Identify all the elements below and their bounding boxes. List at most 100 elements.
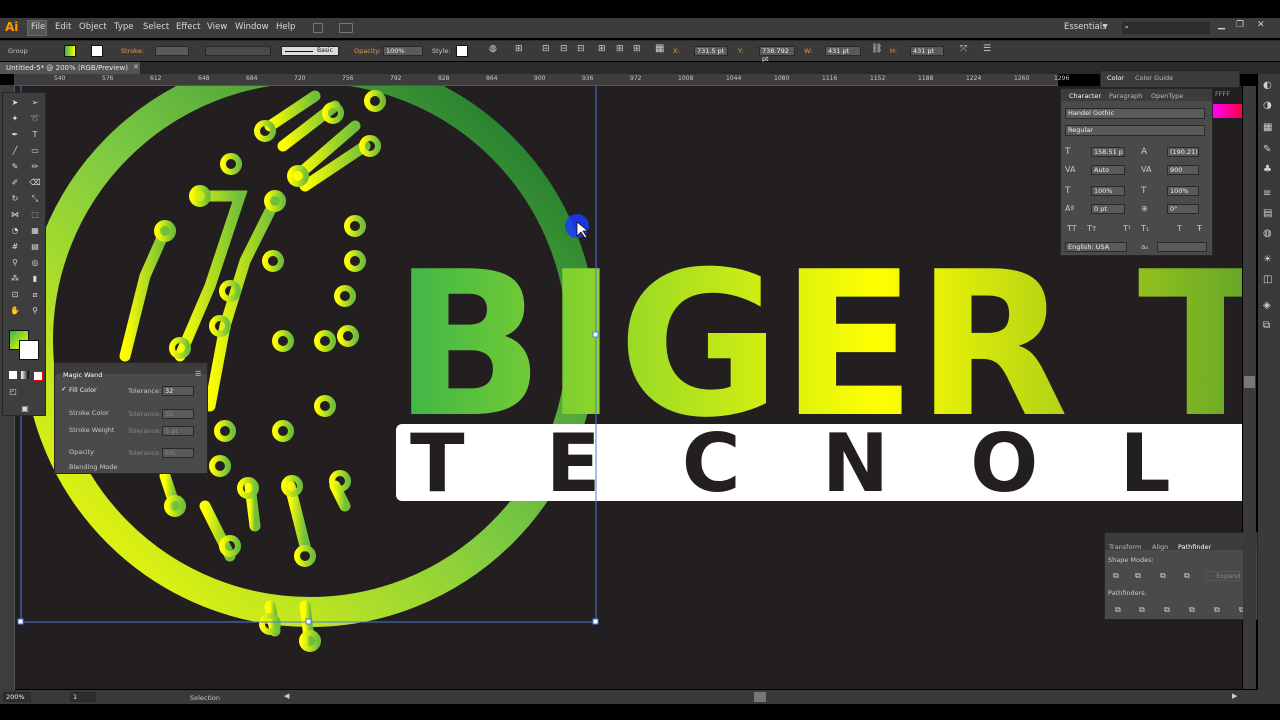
- small-caps-icon[interactable]: Tт: [1087, 224, 1097, 233]
- zoom-field[interactable]: 200%: [3, 692, 31, 702]
- tab-pathfinder[interactable]: Pathfinder: [1178, 543, 1211, 551]
- none-mode-icon[interactable]: [33, 371, 43, 381]
- outline-icon[interactable]: ⧉: [1214, 605, 1220, 615]
- constrain-link-icon[interactable]: ⛓: [871, 44, 882, 54]
- selection-handle[interactable]: [305, 618, 312, 625]
- workspace-switcher[interactable]: Essentials: [1064, 22, 1107, 32]
- stroke-panel-icon[interactable]: ≡: [1263, 188, 1271, 199]
- font-style-dropdown[interactable]: Regular: [1065, 125, 1205, 136]
- stroke-weight-field[interactable]: [155, 46, 189, 56]
- subscript-icon[interactable]: T₁: [1141, 224, 1149, 233]
- vertical-scale-field[interactable]: 100%: [1091, 186, 1125, 196]
- y-field[interactable]: 738.792 pt: [759, 46, 795, 63]
- slice-tool-icon[interactable]: ⧄: [29, 289, 41, 301]
- unite-icon[interactable]: ⧉: [1113, 571, 1119, 581]
- selection-handle[interactable]: [592, 618, 599, 625]
- transparency-panel-icon[interactable]: ◍: [1263, 228, 1272, 239]
- transform-grid-icon[interactable]: ▦: [655, 43, 664, 54]
- language-dropdown[interactable]: English: USA: [1065, 242, 1127, 252]
- kerning-field[interactable]: Auto: [1091, 165, 1125, 175]
- blob-brush-tool-icon[interactable]: ✐: [9, 177, 21, 189]
- stroke-swatch[interactable]: [91, 45, 103, 57]
- menu-view[interactable]: View: [207, 22, 227, 32]
- color-spectrum[interactable]: [1212, 104, 1242, 118]
- type-tool-icon[interactable]: T: [29, 129, 41, 141]
- crop-icon[interactable]: ⧉: [1189, 605, 1195, 615]
- h-field[interactable]: 431 pt: [910, 46, 944, 56]
- magic-wand-tool-icon[interactable]: ✦: [9, 113, 21, 125]
- fill-tolerance-field[interactable]: 32: [162, 386, 194, 396]
- isolate-icon[interactable]: ⤧: [960, 44, 967, 54]
- merge-icon[interactable]: ⧉: [1164, 605, 1170, 615]
- font-family-dropdown[interactable]: Handel Gothic: [1065, 108, 1205, 119]
- rotate-tool-icon[interactable]: ↻: [9, 193, 21, 205]
- panel-menu-icon[interactable]: ☰: [983, 44, 991, 54]
- color-guide-icon[interactable]: ◑: [1263, 100, 1272, 111]
- menu-window[interactable]: Window: [235, 22, 269, 32]
- align-top-icon[interactable]: ⊞: [598, 44, 606, 54]
- align-icon[interactable]: ⊞: [515, 44, 523, 54]
- recolor-artwork-icon[interactable]: ◍: [489, 44, 497, 54]
- color-mode-icon[interactable]: [9, 371, 17, 379]
- tab-paragraph[interactable]: Paragraph: [1109, 92, 1142, 100]
- selection-tool-icon[interactable]: ➤: [9, 97, 21, 109]
- weight-tolerance-field[interactable]: 5 pt: [162, 426, 194, 436]
- leading-field[interactable]: (190.21): [1167, 147, 1199, 157]
- menu-edit[interactable]: Edit: [55, 22, 71, 32]
- font-size-field[interactable]: 158.51 p: [1091, 147, 1125, 157]
- trim-icon[interactable]: ⧉: [1139, 605, 1145, 615]
- perspective-grid-tool-icon[interactable]: ▦: [29, 225, 41, 237]
- align-center-icon[interactable]: ⊟: [560, 44, 568, 54]
- align-left-icon[interactable]: ⊟: [542, 44, 550, 54]
- graphic-styles-icon[interactable]: ◫: [1263, 274, 1272, 285]
- divide-icon[interactable]: ⧉: [1115, 605, 1121, 615]
- close-icon[interactable]: ✕: [1257, 20, 1265, 30]
- opacity-tolerance-field[interactable]: 5%: [162, 448, 194, 458]
- opacity-field[interactable]: 100%: [383, 46, 423, 56]
- tab-align[interactable]: Align: [1152, 543, 1168, 551]
- gradient-tool-icon[interactable]: ▤: [29, 241, 41, 253]
- eraser-tool-icon[interactable]: ⌫: [29, 177, 41, 189]
- magic-wand-title[interactable]: Magic Wand: [63, 371, 102, 379]
- hand-tool-icon[interactable]: ✋: [9, 305, 21, 317]
- intersect-icon[interactable]: ⧉: [1160, 571, 1166, 581]
- vertical-scrollbar[interactable]: [1243, 86, 1256, 689]
- menu-file[interactable]: File: [31, 22, 45, 32]
- screen-mode-icon[interactable]: ▣: [19, 403, 31, 415]
- menu-object[interactable]: Object: [79, 22, 107, 32]
- brush-definition-dropdown[interactable]: Basic: [281, 46, 339, 56]
- artboards-panel-icon[interactable]: ⧉: [1263, 320, 1270, 331]
- search-help-input[interactable]: ⌕: [1122, 22, 1210, 34]
- draw-mode-icon[interactable]: ◰: [7, 386, 19, 398]
- color-panel-icon[interactable]: ◐: [1263, 80, 1272, 91]
- anti-aliasing-dropdown[interactable]: [1157, 242, 1207, 252]
- align-middle-icon[interactable]: ⊞: [616, 44, 624, 54]
- swatches-icon[interactable]: ▦: [1263, 122, 1272, 133]
- blend-tool-icon[interactable]: ◎: [29, 257, 41, 269]
- tab-color-guide[interactable]: Color Guide: [1135, 74, 1173, 82]
- menu-type[interactable]: Type: [114, 22, 134, 32]
- tab-character[interactable]: Character: [1069, 92, 1101, 100]
- horizontal-scale-field[interactable]: 100%: [1167, 186, 1199, 196]
- rectangle-tool-icon[interactable]: ▭: [29, 145, 41, 157]
- brushes-icon[interactable]: ✎: [1263, 144, 1271, 155]
- rotation-field[interactable]: 0°: [1167, 204, 1199, 214]
- arrange-documents-icon[interactable]: [339, 23, 353, 33]
- horizontal-scroll-thumb[interactable]: [754, 692, 766, 702]
- column-graph-tool-icon[interactable]: ▮: [29, 273, 41, 285]
- free-transform-tool-icon[interactable]: ⬚: [29, 209, 41, 221]
- selection-handle[interactable]: [17, 618, 24, 625]
- fill-swatch[interactable]: [64, 45, 76, 57]
- panel-menu-icon[interactable]: ☰: [195, 370, 201, 378]
- eyedropper-tool-icon[interactable]: ⚲: [9, 257, 21, 269]
- artboard-tool-icon[interactable]: ⊡: [9, 289, 21, 301]
- pen-tool-icon[interactable]: ✒: [9, 129, 21, 141]
- minimize-icon[interactable]: ▁: [1218, 20, 1225, 30]
- symbols-icon[interactable]: ♣: [1263, 164, 1272, 175]
- fill-color-checkbox[interactable]: ✓: [61, 385, 67, 393]
- scroll-left-icon[interactable]: ◀: [284, 692, 289, 700]
- tab-color[interactable]: Color: [1107, 74, 1124, 82]
- appearance-panel-icon[interactable]: ☀: [1263, 254, 1272, 265]
- zoom-tool-icon[interactable]: ⚲: [29, 305, 41, 317]
- mesh-tool-icon[interactable]: #: [9, 241, 21, 253]
